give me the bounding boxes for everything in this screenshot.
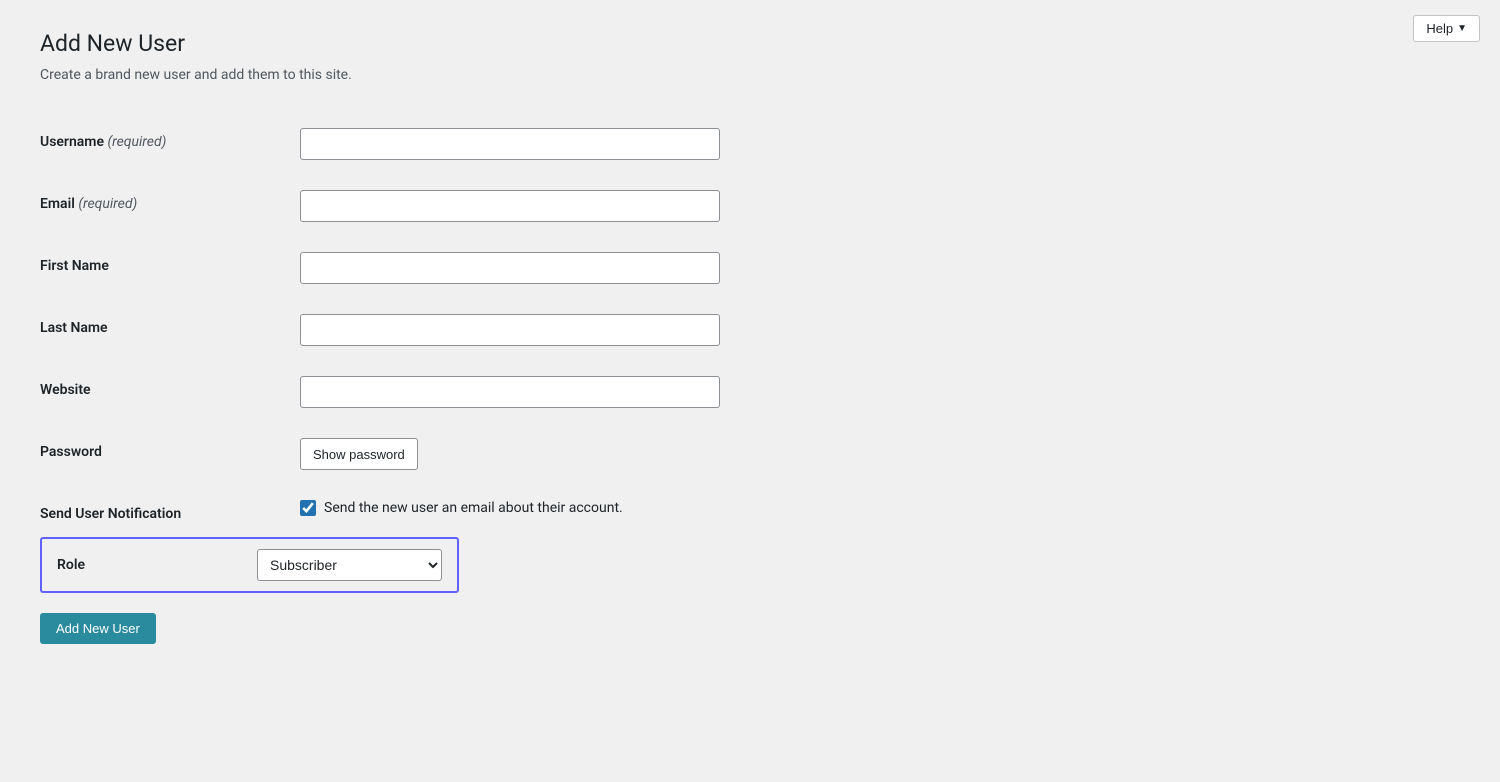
add-user-form: Username (required) Email (required) Fir…: [40, 113, 790, 644]
first-name-control: [300, 252, 790, 284]
page-title: Add New User: [40, 30, 1460, 57]
password-control: Show password: [300, 438, 790, 470]
help-label: Help: [1426, 21, 1453, 36]
website-input[interactable]: [300, 376, 720, 408]
page-wrapper: Help ▼ Add New User Create a brand new u…: [0, 0, 1500, 674]
website-row: Website: [40, 361, 790, 423]
page-description: Create a brand new user and add them to …: [40, 67, 1460, 83]
email-input[interactable]: [300, 190, 720, 222]
notification-row: Send User Notification Send the new user…: [40, 485, 790, 537]
password-row: Password Show password: [40, 423, 790, 485]
first-name-row: First Name: [40, 237, 790, 299]
role-select[interactable]: Subscriber Contributor Author Editor Adm…: [257, 549, 442, 581]
notification-checkbox[interactable]: [300, 500, 316, 516]
role-control: Subscriber Contributor Author Editor Adm…: [257, 549, 442, 581]
role-row: Role Subscriber Contributor Author Edito…: [40, 537, 459, 593]
email-row: Email (required): [40, 175, 790, 237]
first-name-input[interactable]: [300, 252, 720, 284]
first-name-label: First Name: [40, 252, 300, 274]
add-new-user-button[interactable]: Add New User: [40, 613, 156, 644]
email-label: Email (required): [40, 190, 300, 212]
username-control: [300, 128, 790, 160]
notification-label: Send User Notification: [40, 500, 300, 522]
website-label: Website: [40, 376, 300, 398]
username-label: Username (required): [40, 128, 300, 150]
username-input[interactable]: [300, 128, 720, 160]
show-password-button[interactable]: Show password: [300, 438, 418, 470]
notification-text: Send the new user an email about their a…: [324, 500, 623, 516]
submit-row: Add New User: [40, 593, 790, 644]
email-control: [300, 190, 790, 222]
help-chevron-icon: ▼: [1457, 23, 1467, 34]
last-name-row: Last Name: [40, 299, 790, 361]
last-name-label: Last Name: [40, 314, 300, 336]
role-label: Role: [57, 557, 257, 573]
last-name-control: [300, 314, 790, 346]
last-name-input[interactable]: [300, 314, 720, 346]
website-control: [300, 376, 790, 408]
password-label: Password: [40, 438, 300, 460]
username-row: Username (required): [40, 113, 790, 175]
notification-control: Send the new user an email about their a…: [300, 500, 790, 516]
notification-checkbox-row: Send the new user an email about their a…: [300, 500, 790, 516]
help-button[interactable]: Help ▼: [1413, 15, 1480, 42]
role-outer-row: Role Subscriber Contributor Author Edito…: [40, 537, 790, 593]
